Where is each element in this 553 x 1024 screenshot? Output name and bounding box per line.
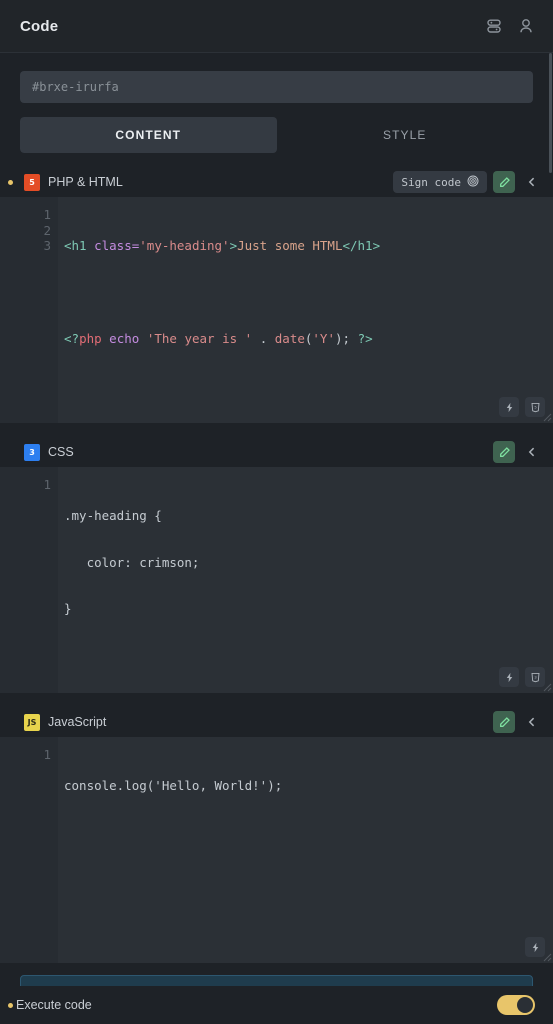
code-text-js[interactable]: console.log('Hello, World!'); <box>58 737 553 963</box>
code-text-php[interactable]: <h1 class='my-heading'>Just some HTML</h… <box>58 197 553 423</box>
expand-editor-button-js[interactable] <box>493 711 515 733</box>
html5-shield-icon[interactable]: 5 <box>525 397 545 417</box>
section-header-php: 5 PHP & HTML Sign code <box>0 167 553 197</box>
user-avatar-icon[interactable] <box>515 15 537 37</box>
section-title-php: PHP & HTML <box>48 175 385 189</box>
css3-badge-icon: 3 <box>24 444 40 461</box>
javascript-badge-icon: JS <box>24 714 40 731</box>
line-number: 1 <box>0 207 51 223</box>
svg-text:5: 5 <box>534 404 536 409</box>
code-editor-php[interactable]: 1 2 3 <h1 class='my-heading'>Just some H… <box>0 197 553 423</box>
element-id-field-wrap <box>0 53 553 103</box>
line-gutter-js: 1 <box>0 737 58 963</box>
panel-layout-icon[interactable] <box>483 15 505 37</box>
panel-header: Code <box>0 0 553 53</box>
tab-style[interactable]: STYLE <box>277 117 534 153</box>
sign-code-label: Sign code <box>401 176 461 189</box>
editor-footer-php: 5 <box>499 397 545 417</box>
section-actions-php: Sign code <box>393 171 543 193</box>
section-actions-css <box>493 441 543 463</box>
code-line <box>64 285 553 301</box>
section-title-js: JavaScript <box>48 715 485 729</box>
expand-editor-button-css[interactable] <box>493 441 515 463</box>
execute-code-toggle[interactable] <box>497 995 535 1015</box>
code-line: console.log('Hello, World!'); <box>64 778 553 794</box>
section-title-css: CSS <box>48 445 485 459</box>
html5-badge-icon: 5 <box>24 174 40 191</box>
css3-shield-icon[interactable]: 3 <box>525 667 545 687</box>
line-gutter-php: 1 2 3 <box>0 197 58 423</box>
editor-footer-js <box>525 937 545 957</box>
modified-dot-execute <box>8 1003 13 1008</box>
line-number: 1 <box>0 747 51 763</box>
sign-code-button[interactable]: Sign code <box>393 171 487 193</box>
page-title: Code <box>20 18 483 35</box>
lightning-icon[interactable] <box>525 937 545 957</box>
fingerprint-icon <box>467 175 479 190</box>
element-id-input[interactable] <box>20 71 533 103</box>
code-element-panel: Code CONTENT <box>0 0 553 1024</box>
expand-editor-button-php[interactable] <box>493 171 515 193</box>
section-header-css: 3 CSS <box>0 437 553 467</box>
code-section-php: 5 PHP & HTML Sign code <box>0 167 553 423</box>
lightning-icon[interactable] <box>499 667 519 687</box>
line-number: 2 <box>0 223 51 239</box>
code-section-css: 3 CSS 1 <box>0 437 553 693</box>
line-number: 3 <box>0 238 51 254</box>
svg-text:3: 3 <box>534 674 537 679</box>
section-header-js: JS JavaScript <box>0 707 553 737</box>
code-line: color: crimson; <box>64 555 553 571</box>
line-number: 1 <box>0 477 51 493</box>
code-editor-js[interactable]: 1 console.log('Hello, World!'); <box>0 737 553 963</box>
security-notice: Important: The code above will run on yo… <box>20 975 533 986</box>
modified-dot-php <box>8 180 13 185</box>
header-actions <box>483 15 537 37</box>
tab-content[interactable]: CONTENT <box>20 117 277 153</box>
notice-wrap: Important: The code above will run on yo… <box>0 963 553 986</box>
collapse-chevron-js[interactable] <box>521 711 543 733</box>
code-section-js: JS JavaScript <box>0 707 553 963</box>
code-line: <h1 class='my-heading'>Just some HTML</h… <box>64 238 553 254</box>
panel-footer: Execute code <box>0 986 553 1024</box>
panel-tabs: CONTENT STYLE <box>20 117 533 153</box>
line-gutter-css: 1 <box>0 467 58 693</box>
collapse-chevron-css[interactable] <box>521 441 543 463</box>
lightning-icon[interactable] <box>499 397 519 417</box>
code-line: <?php echo 'The year is ' . date('Y'); ?… <box>64 331 553 347</box>
code-line: } <box>64 601 553 617</box>
collapse-chevron-php[interactable] <box>521 171 543 193</box>
code-text-css[interactable]: .my-heading { color: crimson; } <box>58 467 553 693</box>
code-line: .my-heading { <box>64 508 553 524</box>
panel-body: CONTENT STYLE 5 PHP & HTML Sign code <box>0 53 553 986</box>
editor-footer-css: 3 <box>499 667 545 687</box>
section-actions-js <box>493 711 543 733</box>
code-editor-css[interactable]: 1 .my-heading { color: crimson; } <box>0 467 553 693</box>
execute-code-label: Execute code <box>16 998 497 1012</box>
